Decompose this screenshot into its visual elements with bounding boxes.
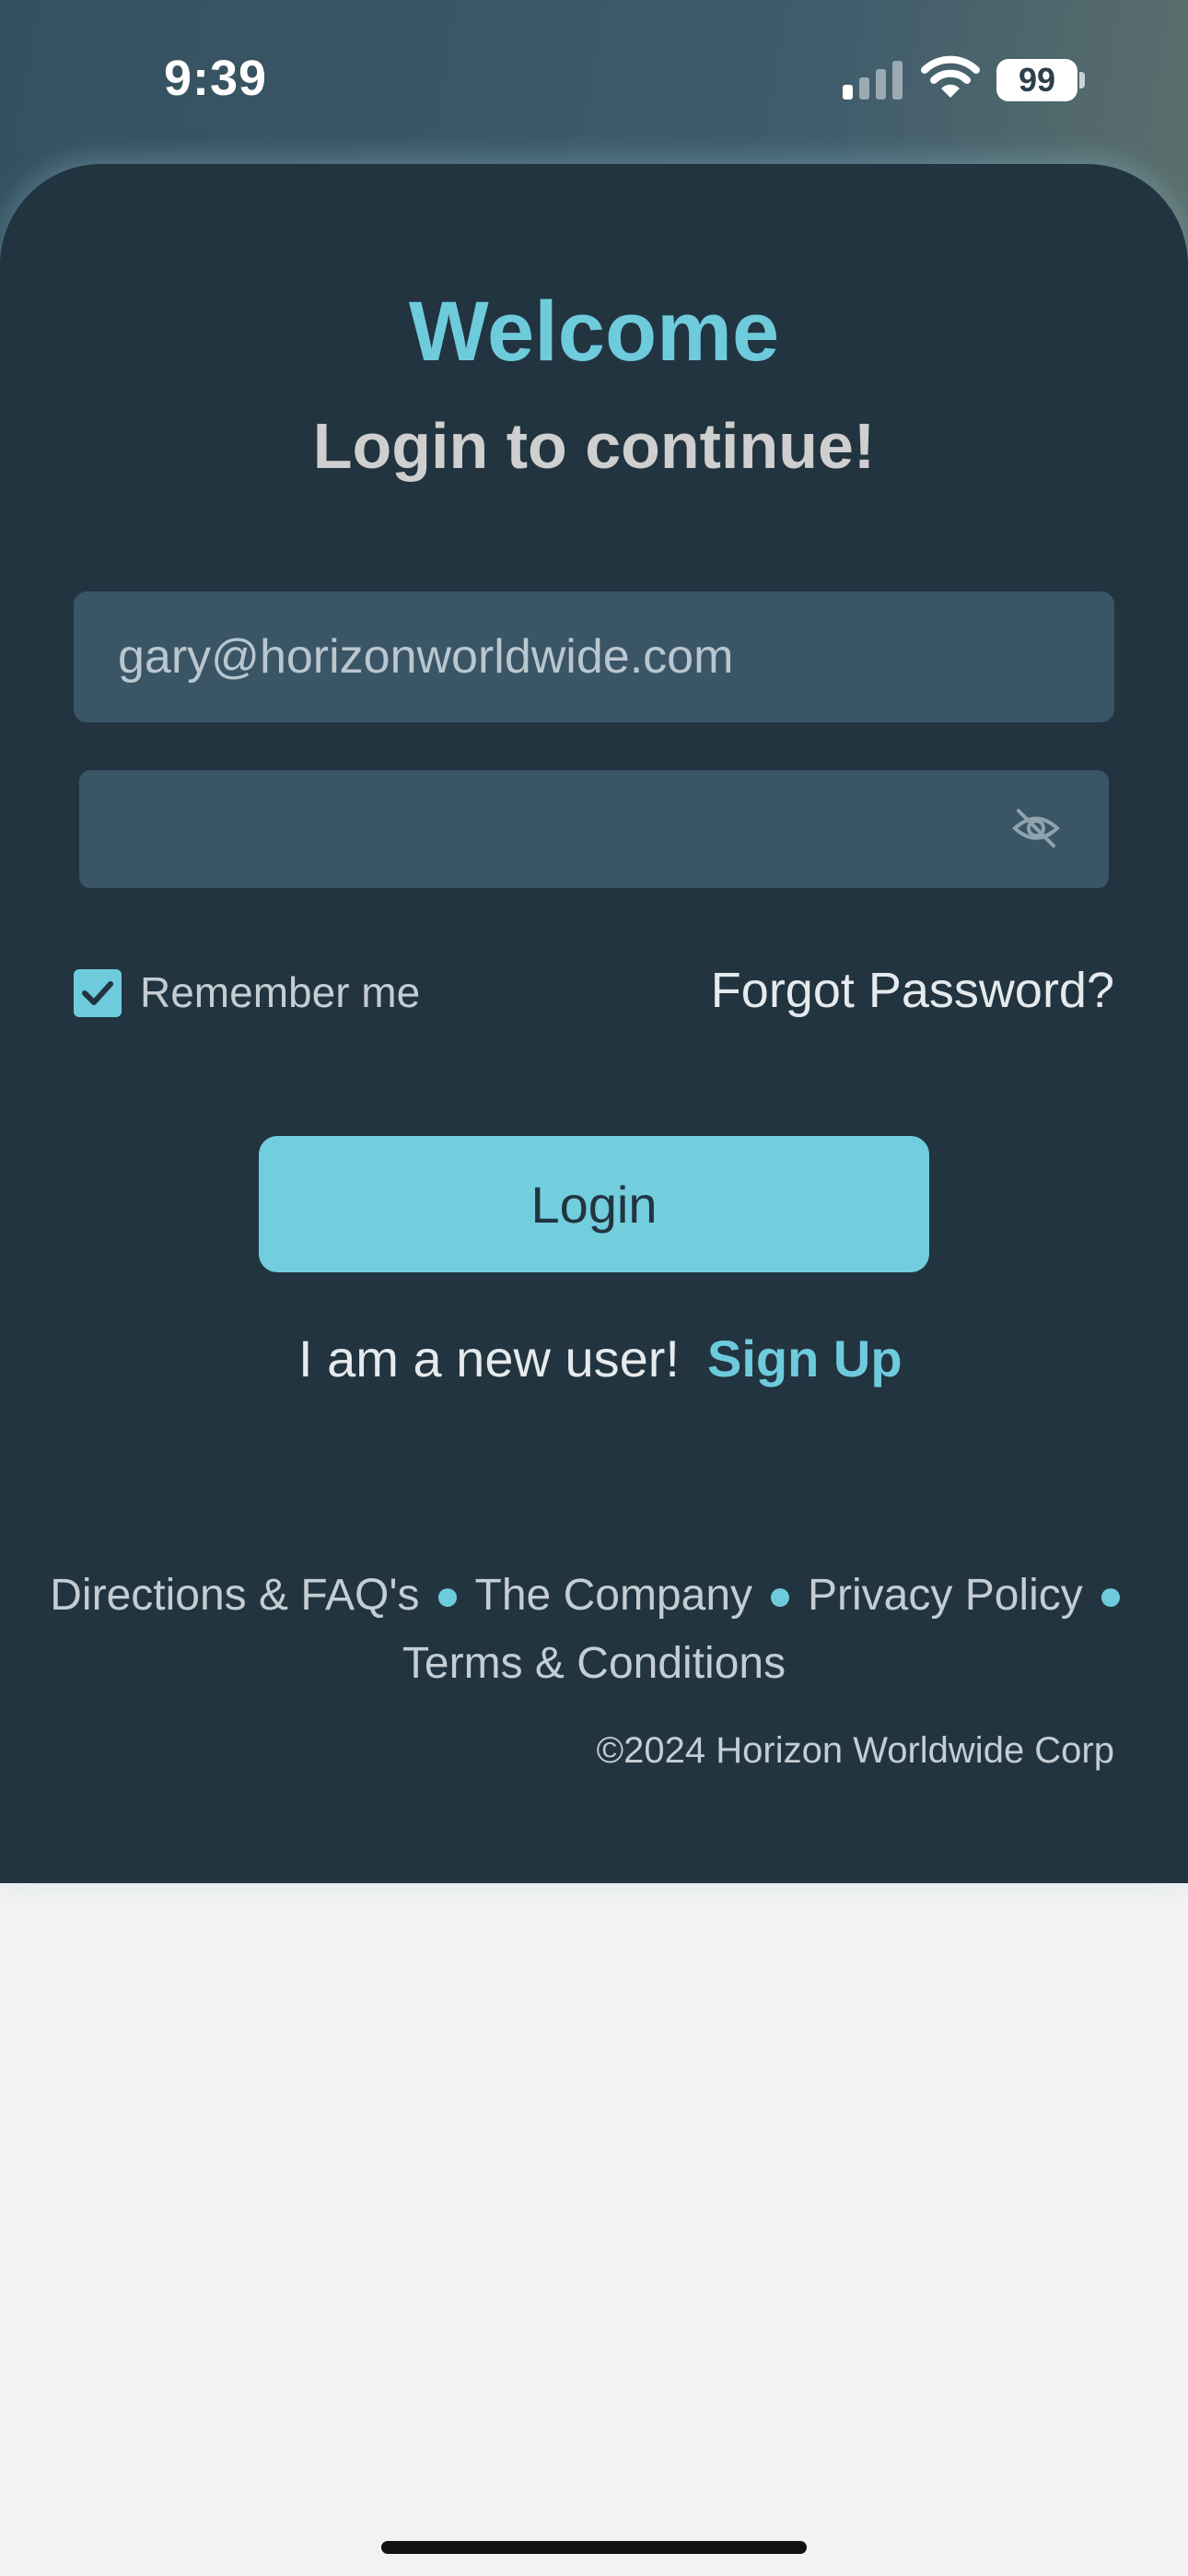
signal-icon <box>843 61 903 100</box>
footer-links: Directions & FAQ's The Company Privacy Pol… <box>0 1570 1188 1621</box>
login-button[interactable]: Login <box>259 1136 929 1272</box>
footer-links-row-2: Terms & Conditions <box>0 1638 1188 1689</box>
eye-off-icon[interactable] <box>1011 805 1061 851</box>
footer-link-terms[interactable]: Terms & Conditions <box>402 1639 786 1688</box>
copyright-text: ©2024 Horizon Worldwide Corp <box>596 1730 1114 1771</box>
footer-link-company[interactable]: The Company <box>475 1571 752 1620</box>
login-subtitle: Login to continue! <box>312 410 876 482</box>
email-field[interactable]: gary@horizonworldwide.com <box>74 591 1114 722</box>
wifi-icon <box>921 55 980 98</box>
home-indicator <box>381 2541 807 2554</box>
email-value: gary@horizonworldwide.com <box>118 630 734 684</box>
separator-dot <box>437 1588 457 1608</box>
check-icon <box>82 981 113 1005</box>
battery-icon: 99 <box>996 59 1077 101</box>
footer-link-directions[interactable]: Directions & FAQ's <box>50 1571 419 1620</box>
separator-dot <box>771 1588 790 1608</box>
footer-link-privacy[interactable]: Privacy Policy <box>808 1571 1083 1620</box>
password-field[interactable] <box>79 770 1109 888</box>
status-time: 9:39 <box>164 51 268 106</box>
login-button-label: Login <box>530 1175 658 1234</box>
login-card: Welcome Login to continue! gary@horizonw… <box>0 164 1188 1883</box>
battery-cap <box>1079 72 1085 88</box>
remember-me-checkbox[interactable] <box>74 969 122 1017</box>
separator-dot <box>1101 1588 1120 1608</box>
forgot-password-link[interactable]: Forgot Password? <box>711 962 1114 1019</box>
new-user-text: I am a new user! <box>298 1329 680 1388</box>
battery-level: 99 <box>1018 61 1056 99</box>
status-bar: 9:39 99 <box>0 0 1188 157</box>
remember-me-label[interactable]: Remember me <box>140 967 420 1017</box>
sign-up-link[interactable]: Sign Up <box>707 1329 903 1388</box>
welcome-title: Welcome <box>408 285 780 379</box>
